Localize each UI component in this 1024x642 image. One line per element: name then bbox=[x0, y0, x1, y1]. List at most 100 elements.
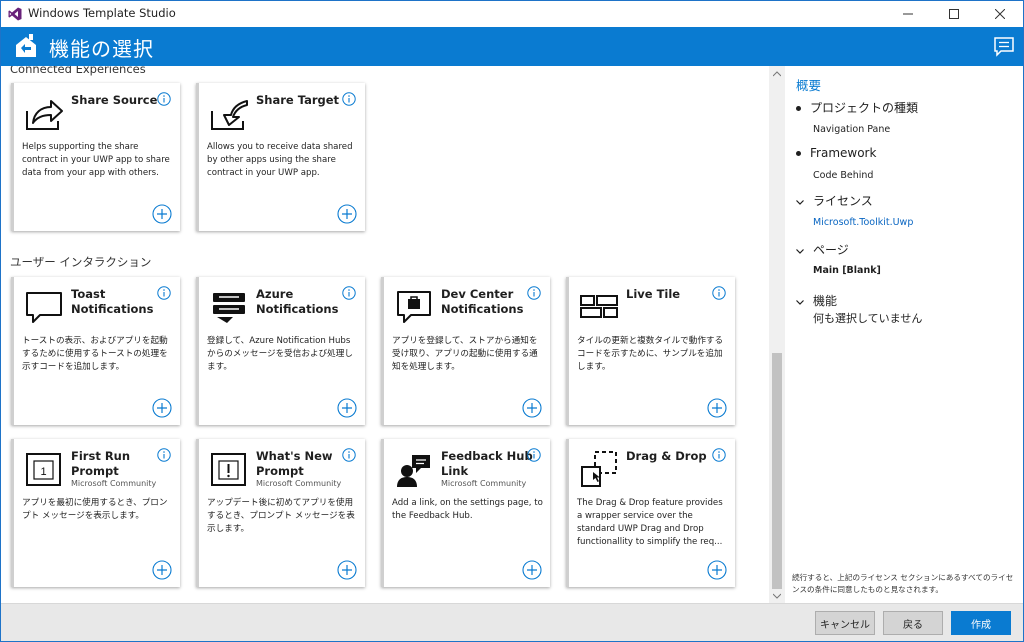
visual-studio-logo-icon bbox=[8, 7, 22, 21]
add-icon[interactable] bbox=[152, 204, 172, 224]
svg-text:1: 1 bbox=[40, 466, 46, 478]
info-icon[interactable] bbox=[342, 92, 356, 106]
feature-description: アプリを登録して、ストアから通知を受け取り、アプリの起動に使用する通知を処理しま… bbox=[392, 336, 538, 372]
add-icon[interactable] bbox=[152, 560, 172, 580]
license-label: ライセンス bbox=[813, 194, 873, 208]
license-link[interactable]: Microsoft.Toolkit.Uwp bbox=[813, 217, 913, 228]
share-source-icon bbox=[26, 100, 63, 130]
info-icon[interactable] bbox=[157, 286, 171, 300]
app-window: Windows Template Studio 機能の選択 Connected … bbox=[0, 0, 1024, 642]
feature-card-azure-notifications[interactable]: Azure Notifications 登録して、Azure Notificat… bbox=[196, 277, 365, 425]
whats-new-icon bbox=[211, 453, 246, 486]
feature-card-share-target[interactable]: Share Target Allows you to receive data … bbox=[196, 83, 365, 231]
vertical-scrollbar[interactable] bbox=[769, 66, 785, 603]
add-icon[interactable] bbox=[522, 398, 542, 418]
feature-author: Microsoft Community bbox=[256, 479, 342, 488]
title-bar[interactable]: Windows Template Studio bbox=[1, 1, 1023, 27]
feature-card-share-source[interactable]: Share Source Helps supporting the share … bbox=[11, 83, 180, 231]
section-title-user-interaction: ユーザー インタラクション bbox=[10, 255, 152, 269]
add-icon[interactable] bbox=[707, 560, 727, 580]
scroll-down-icon[interactable] bbox=[773, 592, 781, 600]
feature-description: アップデート後に初めてアプリを使用するとき、プロンプト メッセージを表示します。 bbox=[207, 498, 355, 534]
template-studio-logo-icon bbox=[16, 34, 36, 57]
feature-name: Feedback Hub Link bbox=[441, 449, 533, 478]
page-item-main[interactable]: Main [Blank] bbox=[813, 265, 881, 276]
live-tile-icon bbox=[580, 295, 618, 318]
feature-description: アプリを最初に使用するとき、プロンプト メッセージを表示します。 bbox=[22, 498, 168, 521]
project-type-label: プロジェクトの種類 bbox=[810, 101, 919, 115]
pages-row[interactable]: ページ bbox=[796, 241, 849, 258]
features-list[interactable]: Connected Experiences Share Source Helps… bbox=[1, 66, 769, 603]
first-run-icon: 1 bbox=[26, 453, 61, 486]
add-icon[interactable] bbox=[522, 560, 542, 580]
info-icon[interactable] bbox=[342, 448, 356, 462]
scroll-up-icon[interactable] bbox=[773, 70, 781, 78]
share-target-icon bbox=[211, 100, 248, 130]
add-icon[interactable] bbox=[337, 398, 357, 418]
info-icon[interactable] bbox=[712, 448, 726, 462]
close-button[interactable] bbox=[977, 1, 1023, 27]
info-icon[interactable] bbox=[157, 92, 171, 106]
wizard-header: 機能の選択 bbox=[1, 27, 1023, 66]
add-icon[interactable] bbox=[152, 398, 172, 418]
feature-description: 登録して、Azure Notification Hubs からのメッセージを受信… bbox=[207, 336, 353, 372]
dev-center-icon bbox=[397, 291, 431, 323]
pages-label: ページ bbox=[813, 243, 849, 257]
chevron-down-icon[interactable] bbox=[796, 198, 804, 206]
feature-card-first-run-prompt[interactable]: 1 First Run Prompt Microsoft Community ア… bbox=[11, 439, 180, 587]
scrollbar-thumb[interactable] bbox=[772, 353, 782, 589]
license-terms-text: 続行すると、上記のライセンス セクションにあるすべてのライセンスの条件に同意した… bbox=[792, 573, 1014, 594]
toast-icon bbox=[26, 292, 62, 323]
feature-description: Allows you to receive data shared by oth… bbox=[207, 142, 353, 178]
feature-card-drag-drop[interactable]: Drag & Drop The Drag & Drop feature prov… bbox=[566, 439, 735, 587]
feature-name: What's New Prompt bbox=[256, 449, 333, 478]
feature-name: Dev Center Notifications bbox=[441, 287, 524, 316]
features-label: 機能 bbox=[813, 294, 838, 308]
feedback-icon[interactable] bbox=[993, 35, 1015, 57]
minimize-icon bbox=[903, 13, 913, 15]
feature-name: Drag & Drop bbox=[626, 449, 707, 463]
framework-value: Code Behind bbox=[813, 170, 874, 181]
add-icon[interactable] bbox=[707, 398, 727, 418]
footer-bar: キャンセル 戻る 作成 bbox=[1, 603, 1023, 641]
feature-card-feedback-hub-link[interactable]: Feedback Hub Link Microsoft Community Ad… bbox=[381, 439, 550, 587]
create-button[interactable]: 作成 bbox=[951, 611, 1011, 635]
cancel-button[interactable]: キャンセル bbox=[815, 611, 875, 635]
feature-author: Microsoft Community bbox=[441, 479, 527, 488]
minimize-button[interactable] bbox=[885, 1, 931, 27]
bullet-icon bbox=[796, 151, 801, 156]
feature-card-dev-center-notifications[interactable]: Dev Center Notifications アプリを登録して、ストアから通… bbox=[381, 277, 550, 425]
feature-description: Helps supporting the share contract in y… bbox=[22, 142, 170, 178]
feature-card-toast-notifications[interactable]: Toast Notifications トーストの表示、およびアプリを起動するた… bbox=[11, 277, 180, 425]
back-button[interactable]: 戻る bbox=[883, 611, 943, 635]
summary-panel: 概要 プロジェクトの種類 Navigation Pane Framework C… bbox=[785, 66, 1023, 603]
feature-card-live-tile[interactable]: Live Tile タイルの更新と複数タイルで動作するコードを示すために、サンプ… bbox=[566, 277, 735, 425]
feature-name: Live Tile bbox=[626, 287, 681, 301]
summary-heading: 概要 bbox=[796, 78, 822, 93]
maximize-button[interactable] bbox=[931, 1, 977, 27]
features-row[interactable]: 機能 bbox=[796, 292, 837, 309]
feature-description: Add a link, on the settings page, to the… bbox=[392, 498, 543, 521]
close-icon bbox=[995, 9, 1005, 19]
license-row[interactable]: ライセンス bbox=[796, 192, 873, 209]
info-icon[interactable] bbox=[712, 286, 726, 300]
chevron-down-icon[interactable] bbox=[796, 247, 804, 255]
framework-row: Framework bbox=[796, 146, 876, 160]
feature-card-whats-new-prompt[interactable]: What's New Prompt Microsoft Community アッ… bbox=[196, 439, 365, 587]
add-icon[interactable] bbox=[337, 204, 357, 224]
add-icon[interactable] bbox=[337, 560, 357, 580]
section-title-connected: Connected Experiences bbox=[10, 66, 146, 76]
window-title: Windows Template Studio bbox=[28, 6, 176, 20]
features-value: 何も選択していません bbox=[813, 312, 923, 325]
info-icon[interactable] bbox=[157, 448, 171, 462]
project-type-row: プロジェクトの種類 bbox=[796, 99, 918, 116]
feature-author: Microsoft Community bbox=[71, 479, 157, 488]
page-title: 機能の選択 bbox=[49, 37, 154, 61]
feature-name: Azure Notifications bbox=[256, 287, 339, 316]
azure-notifications-icon bbox=[213, 293, 245, 323]
info-icon[interactable] bbox=[342, 286, 356, 300]
bullet-icon bbox=[796, 106, 801, 111]
info-icon[interactable] bbox=[527, 286, 541, 300]
chevron-down-icon[interactable] bbox=[796, 298, 804, 306]
info-icon[interactable] bbox=[527, 448, 541, 462]
